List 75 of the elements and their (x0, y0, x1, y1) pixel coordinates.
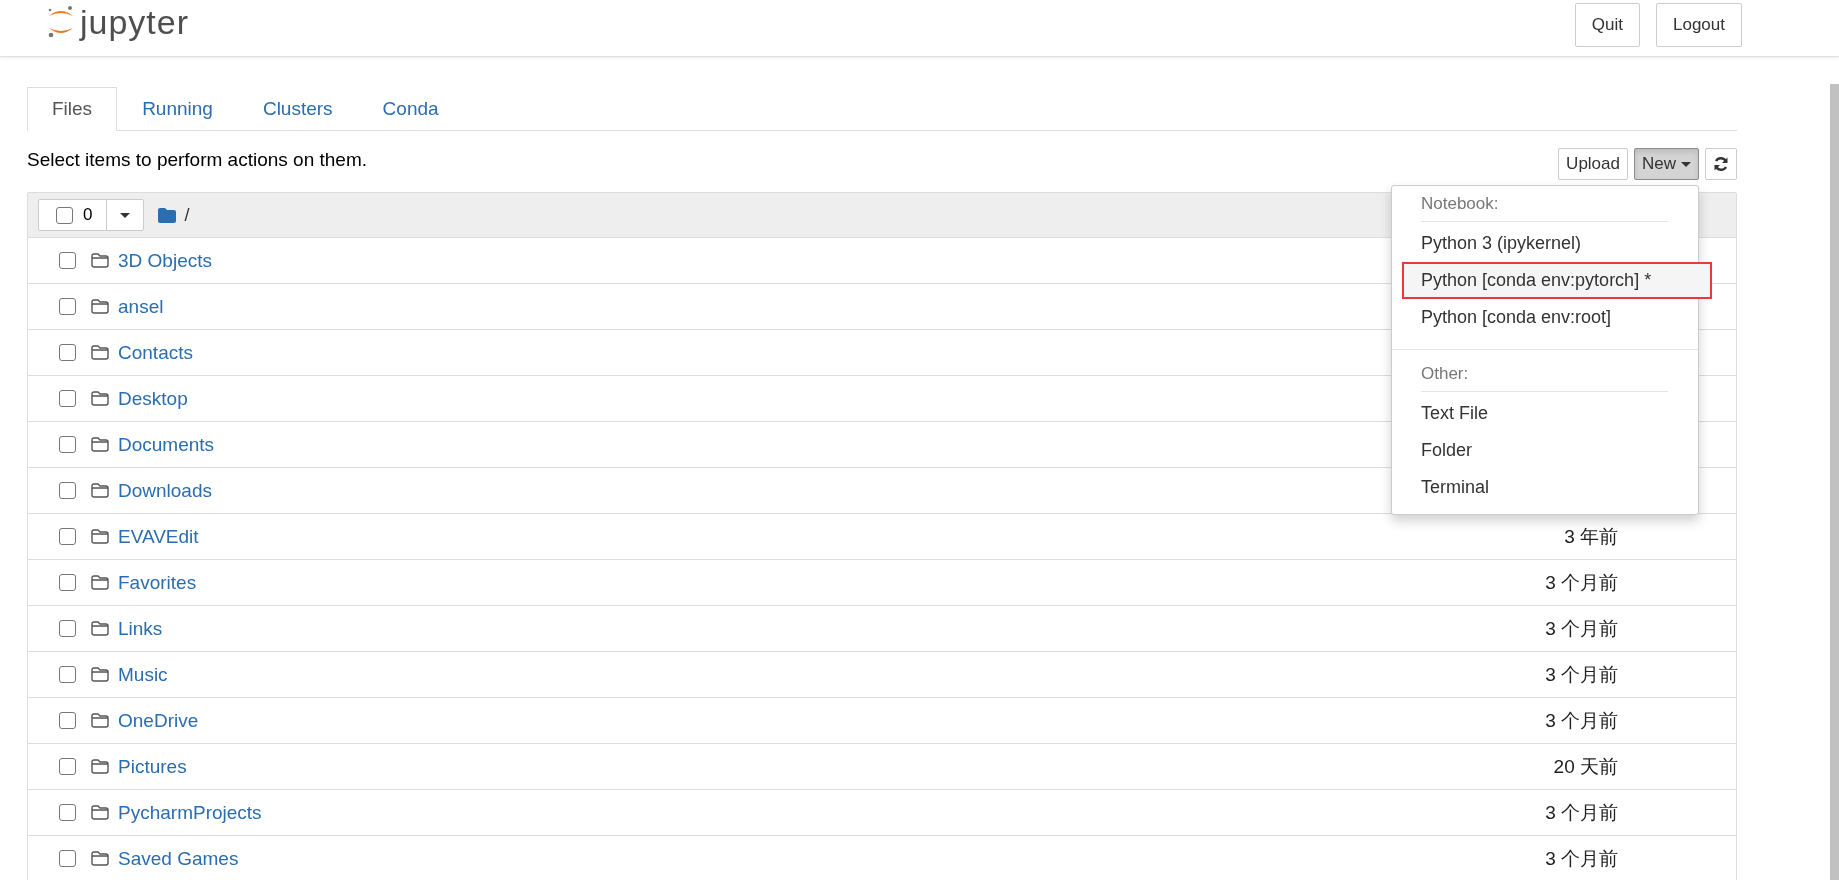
folder-icon (91, 299, 109, 314)
menu-item[interactable]: Text File (1392, 395, 1698, 432)
checkbox[interactable] (59, 436, 76, 453)
modified-time: 20 天前 (1553, 754, 1618, 779)
folder-icon (91, 621, 109, 636)
checkbox[interactable] (59, 298, 76, 315)
modified-time: 3 个月前 (1545, 616, 1618, 641)
checkbox[interactable] (59, 344, 76, 361)
folder-icon (91, 575, 109, 590)
menu-item[interactable]: Folder (1392, 432, 1698, 469)
folder-link[interactable]: Documents (118, 433, 215, 456)
folder-icon (91, 713, 109, 728)
checkbox[interactable] (59, 252, 76, 269)
refresh-button[interactable] (1705, 148, 1737, 180)
path-link[interactable]: / (184, 204, 190, 226)
logo-text[interactable]: jupyter (80, 2, 190, 42)
folder-link[interactable]: Favorites (118, 571, 197, 594)
tab[interactable]: Conda (357, 87, 464, 131)
checkbox[interactable] (59, 850, 76, 867)
header-button[interactable]: Logout (1656, 3, 1742, 47)
folder-link[interactable]: Contacts (118, 341, 193, 364)
checkbox[interactable] (59, 574, 76, 591)
checkbox[interactable] (56, 206, 73, 224)
folder-icon (91, 253, 109, 268)
refresh-icon (1713, 156, 1729, 172)
modified-time: 3 个月前 (1545, 800, 1618, 825)
folder-link[interactable]: Pictures (118, 755, 187, 778)
folder-link[interactable]: Links (118, 617, 163, 640)
upload-button[interactable]: Upload (1558, 148, 1628, 180)
header-button[interactable]: Quit (1574, 3, 1640, 47)
modified-time: 3 个月前 (1545, 570, 1618, 595)
scrollbar[interactable] (1830, 84, 1839, 880)
folder-link[interactable]: ansel (118, 295, 164, 318)
menu-header: Other: (1420, 363, 1470, 385)
checkbox[interactable] (59, 482, 76, 499)
folder-icon (158, 207, 177, 223)
tab[interactable]: Files (27, 87, 118, 131)
menu-item[interactable]: Terminal (1392, 469, 1698, 506)
tab[interactable]: Running (117, 87, 238, 131)
folder-icon (91, 437, 109, 452)
folder-icon (91, 345, 109, 360)
folder-icon (91, 667, 109, 682)
folder-icon (91, 851, 109, 866)
new-button[interactable]: New (1634, 148, 1699, 180)
modified-time: 3 个月前 (1545, 662, 1618, 687)
folder-link[interactable]: EVAVEdit (118, 525, 199, 548)
checkbox[interactable] (59, 528, 76, 545)
folder-link[interactable]: 3D Objects (118, 249, 212, 272)
folder-icon (91, 805, 109, 820)
modified-time: 3 个月前 (1545, 846, 1618, 871)
folder-link[interactable]: Desktop (118, 387, 188, 410)
folder-icon (91, 759, 109, 774)
folder-icon (91, 391, 109, 406)
menu-item[interactable]: Python [conda env:root] (1392, 299, 1698, 336)
checkbox[interactable] (59, 390, 76, 407)
folder-icon (91, 483, 109, 498)
checkbox[interactable] (59, 666, 76, 683)
menu-item[interactable]: Python [conda env:pytorch] * (1402, 262, 1712, 299)
menu-header: Notebook: (1420, 193, 1500, 215)
modified-time: 3 个月前 (1545, 708, 1618, 733)
folder-link[interactable]: OneDrive (118, 709, 199, 732)
folder-link[interactable]: Saved Games (118, 847, 239, 870)
folder-link[interactable]: PycharmProjects (118, 801, 262, 824)
modified-time: 3 年前 (1564, 524, 1618, 549)
checkbox[interactable] (59, 620, 76, 637)
selected-count: 0 (83, 205, 93, 225)
checkbox[interactable] (59, 712, 76, 729)
checkbox[interactable] (59, 758, 76, 775)
checkbox[interactable] (59, 804, 76, 821)
tab[interactable]: Clusters (237, 87, 358, 131)
folder-link[interactable]: Music (118, 663, 168, 686)
folder-link[interactable]: Downloads (118, 479, 212, 502)
instruction-text: Select items to perform actions on them. (27, 149, 368, 171)
folder-icon (91, 529, 109, 544)
menu-item[interactable]: Python 3 (ipykernel) (1392, 225, 1698, 262)
